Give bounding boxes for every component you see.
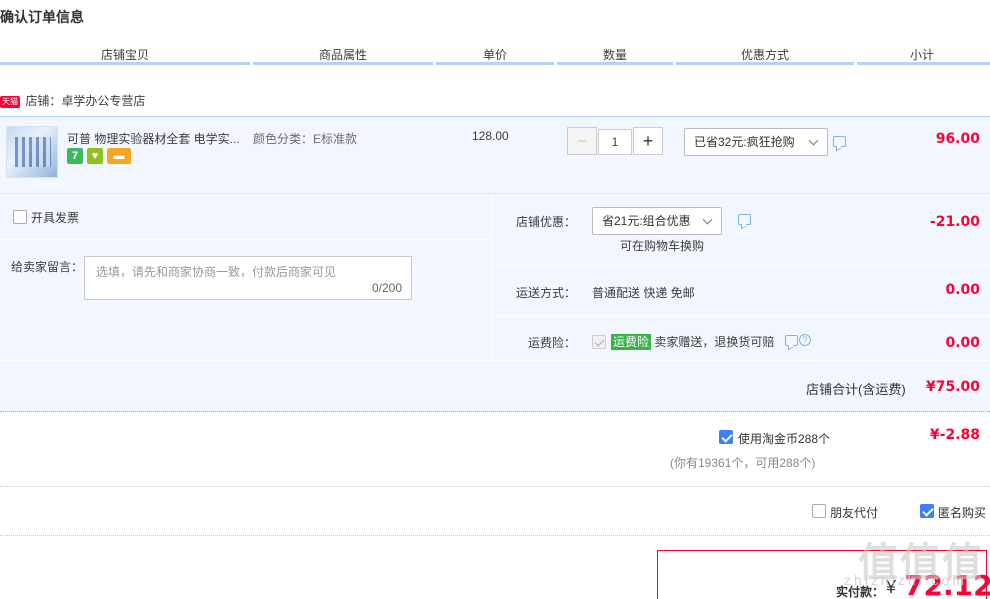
- exchange-note[interactable]: 可在购物车换购: [620, 237, 704, 254]
- col-underline: [0, 62, 250, 65]
- divider: [492, 315, 990, 316]
- col-header-item: 店铺宝贝: [100, 48, 149, 62]
- col-header-qty: 数量: [602, 48, 627, 62]
- col-underline: [857, 62, 990, 65]
- divider: [0, 486, 990, 487]
- shop-discount-value: 省21元:组合优惠: [602, 214, 691, 228]
- shop-total-label: 店铺合计(含运费): [806, 382, 906, 397]
- message-placeholder: 选填，请先和商家协商一致，付款后商家可见: [96, 265, 337, 279]
- insurance-info: 运费险 卖家赠送，退换货可赔: [611, 333, 774, 350]
- product-attribute: 颜色分类：E标准款: [253, 132, 358, 146]
- insurance-checkbox: [592, 335, 606, 349]
- item-row: [0, 116, 990, 194]
- col-underline: [436, 62, 554, 65]
- shop-discount-label: 店铺优惠：: [516, 215, 577, 229]
- tmall-icon: 天猫: [0, 95, 20, 108]
- seven-day-return-icon[interactable]: 7: [67, 148, 83, 164]
- shop-total-amount: ¥75.00: [925, 379, 980, 395]
- shipping-method: 普通配送 快递 免邮: [592, 286, 695, 300]
- invoice-checkbox[interactable]: [13, 210, 27, 224]
- col-underline: [676, 62, 854, 65]
- message-counter: 0/200: [371, 281, 402, 295]
- watermark-domain: zhizhizhi.com: [844, 572, 968, 588]
- friend-pay-checkbox[interactable]: [812, 504, 826, 518]
- taobao-coin-amount: ¥-2.88: [929, 427, 980, 443]
- col-header-attr: 商品属性: [318, 48, 367, 62]
- product-thumbnail[interactable]: [6, 126, 58, 178]
- item-discount-value: 已省32元:疯狂抢购: [694, 135, 795, 149]
- message-textarea[interactable]: 选填，请先和商家协商一致，付款后商家可见 0/200: [84, 256, 412, 300]
- shop-name[interactable]: 店铺：卓学办公专营店: [25, 94, 145, 108]
- quantity-input[interactable]: 1: [598, 129, 632, 155]
- col-underline: [557, 62, 673, 65]
- taobao-coin-note: (你有19361个，可用288个): [670, 456, 816, 470]
- insurance-amount: 0.00: [945, 335, 980, 351]
- divider: [0, 535, 990, 536]
- help-icon[interactable]: ?: [799, 334, 811, 346]
- chat-icon[interactable]: [785, 335, 798, 346]
- service-badges: 7 ♥ ▬: [67, 148, 131, 164]
- unit-price: 128.00: [472, 129, 509, 143]
- chat-icon[interactable]: [738, 214, 751, 225]
- item-subtotal: 96.00: [935, 131, 980, 147]
- guarantee-icon[interactable]: ♥: [87, 148, 103, 164]
- taobao-coin-label[interactable]: 使用淘金币288个: [738, 430, 830, 447]
- message-label: 给卖家留言：: [11, 260, 84, 274]
- invoice-label[interactable]: 开具发票: [31, 209, 79, 226]
- col-header-discount: 优惠方式: [740, 48, 789, 62]
- insurance-desc: 卖家赠送，退换货可赔: [654, 335, 775, 349]
- insurance-label: 运费险：: [528, 336, 577, 350]
- insurance-tag: 运费险: [611, 334, 652, 350]
- credit-card-icon[interactable]: ▬: [107, 148, 131, 164]
- col-underline: [253, 62, 433, 65]
- friend-pay-label[interactable]: 朋友代付: [830, 504, 878, 521]
- product-title[interactable]: 可普 物理实验器材全套 电学实...: [67, 130, 240, 147]
- divider: [492, 265, 990, 266]
- col-header-subtotal: 小计: [909, 48, 934, 62]
- col-header-price: 单价: [482, 48, 507, 62]
- divider: [0, 239, 491, 240]
- chat-icon[interactable]: [833, 136, 846, 147]
- item-discount-select[interactable]: 已省32元:疯狂抢购: [684, 128, 828, 156]
- shipping-amount: 0.00: [945, 282, 980, 298]
- page-title: 确认订单信息: [0, 9, 84, 25]
- taobao-coin-checkbox[interactable]: [719, 430, 733, 444]
- divider: [491, 194, 492, 360]
- anonymous-checkbox[interactable]: [920, 504, 934, 518]
- anonymous-label[interactable]: 匿名购买: [938, 504, 986, 521]
- shop-row: 天猫 店铺：卓学办公专营店: [0, 92, 145, 109]
- shipping-label: 运送方式：: [516, 286, 577, 300]
- shop-discount-amount: -21.00: [929, 214, 980, 230]
- quantity-increase-button[interactable]: +: [633, 127, 663, 155]
- divider: [0, 360, 990, 361]
- quantity-decrease-button[interactable]: −: [567, 127, 597, 155]
- shop-discount-select[interactable]: 省21元:组合优惠: [592, 207, 722, 235]
